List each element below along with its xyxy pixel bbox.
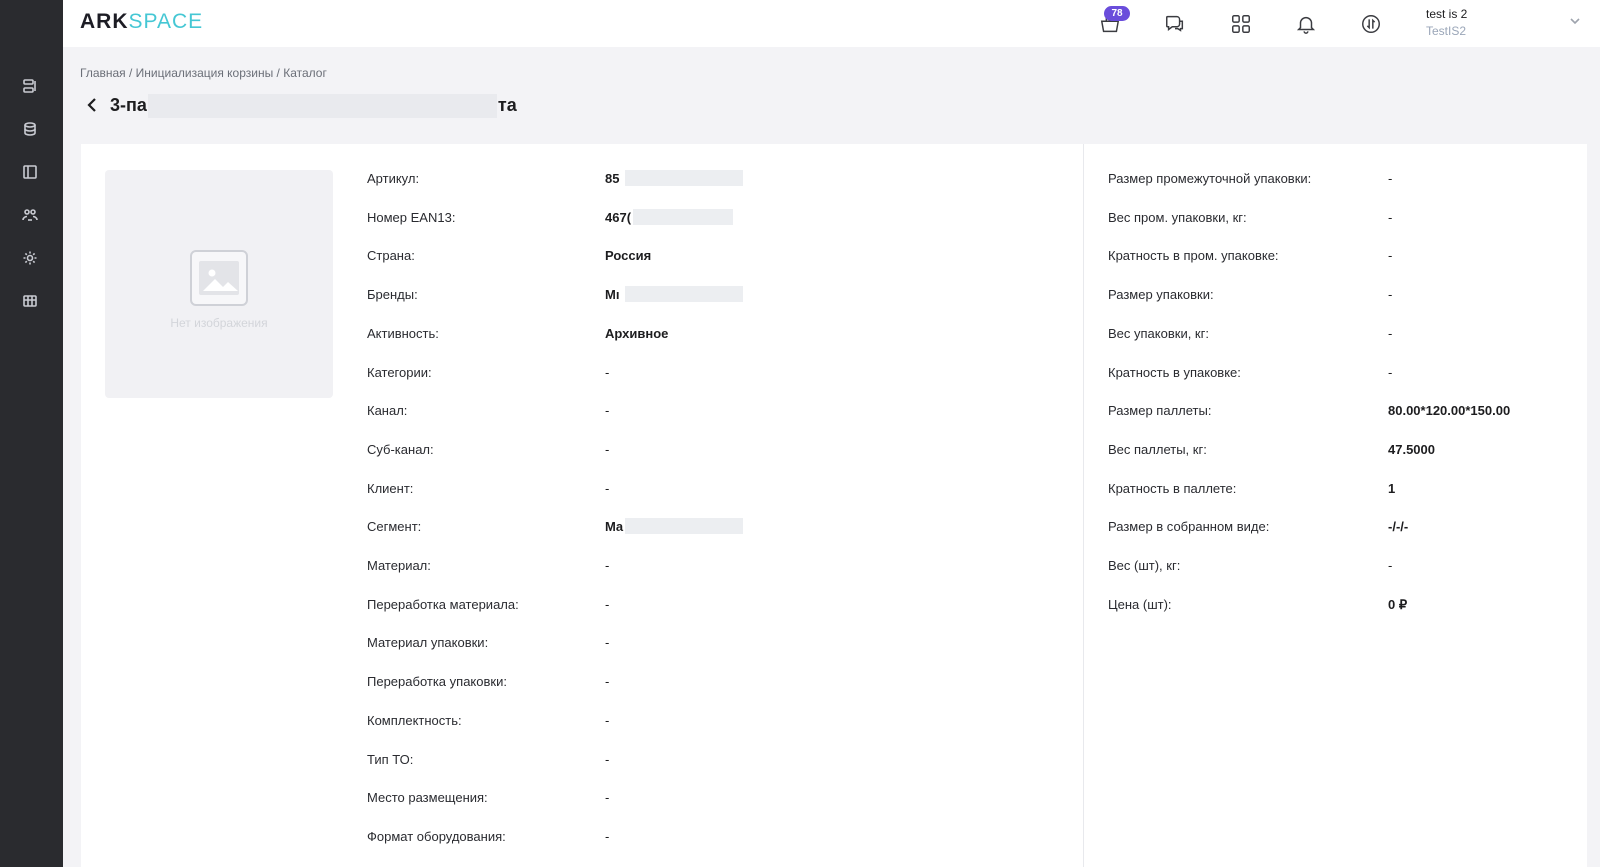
field-value: -/-/- <box>1388 519 1409 534</box>
field-label: Вес паллеты, кг: <box>1108 442 1207 457</box>
chat-icon[interactable] <box>1162 11 1188 37</box>
field-label: Тип ТО: <box>367 752 414 767</box>
logo-part-space: SPACE <box>128 10 204 33</box>
field-label: Переработка материала: <box>367 597 519 612</box>
logo[interactable]: ARKSPACE <box>80 10 203 34</box>
field-label: Цена (шт): <box>1108 597 1172 612</box>
field-value: - <box>605 481 610 496</box>
field-value: - <box>605 713 610 728</box>
field-value: - <box>1388 287 1393 302</box>
field-label: Вес пром. упаковки, кг: <box>1108 210 1247 225</box>
field-label: Номер EAN13: <box>367 210 456 225</box>
page-title: 3-па та <box>110 94 517 118</box>
breadcrumb[interactable]: Главная / Инициализация корзины / Катало… <box>80 66 327 80</box>
field-value: - <box>605 365 610 380</box>
field-label: Категории: <box>367 365 432 380</box>
field-value: - <box>605 403 610 418</box>
field-value: - <box>1388 326 1393 341</box>
field-value: - <box>605 442 610 457</box>
image-icon <box>190 250 248 306</box>
column-divider <box>1083 144 1084 867</box>
sidebar <box>0 0 63 867</box>
page-title-end: та <box>497 94 517 115</box>
field-value: Ma <box>605 519 624 534</box>
exchange-icon[interactable] <box>1358 11 1384 37</box>
field-label: Канал: <box>367 403 408 418</box>
field-label: Вес упаковки, кг: <box>1108 326 1209 341</box>
field-label: Бренды: <box>367 287 418 302</box>
sidebar-item-list-icon[interactable] <box>20 76 40 96</box>
redacted-value-block <box>625 170 743 186</box>
field-label: Кратность в упаковке: <box>1108 365 1241 380</box>
field-value: 467( <box>605 210 632 225</box>
field-label: Формат оборудования: <box>367 829 506 844</box>
sidebar-item-database-icon[interactable] <box>20 119 40 139</box>
sidebar-item-users-icon[interactable] <box>20 205 40 225</box>
field-value: - <box>1388 210 1393 225</box>
field-value: 85 <box>605 171 620 186</box>
field-label: Размер промежуточной упаковки: <box>1108 171 1312 186</box>
field-label: Кратность в паллете: <box>1108 481 1237 496</box>
sidebar-item-table-icon[interactable] <box>20 291 40 311</box>
field-value: - <box>1388 365 1393 380</box>
field-value: - <box>605 558 610 573</box>
field-label: Материал упаковки: <box>367 635 489 650</box>
back-arrow-icon[interactable] <box>84 96 102 114</box>
field-value: Россия <box>605 248 652 263</box>
field-value: Архивное <box>605 326 669 341</box>
field-label: Клиент: <box>367 481 414 496</box>
field-label: Переработка упаковки: <box>367 674 507 689</box>
field-label: Активность: <box>367 326 439 341</box>
field-value: - <box>605 752 610 767</box>
field-label: Сегмент: <box>367 519 422 534</box>
field-value: 0 ₽ <box>1388 597 1408 612</box>
apps-grid-icon[interactable] <box>1228 11 1254 37</box>
field-value: - <box>605 674 610 689</box>
chevron-down-icon[interactable] <box>1568 14 1582 28</box>
field-label: Материал: <box>367 558 431 573</box>
field-value: Mı <box>605 287 620 302</box>
field-label: Размер паллеты: <box>1108 403 1212 418</box>
no-image-text: Нет изображения <box>170 316 268 330</box>
field-label: Размер в собранном виде: <box>1108 519 1270 534</box>
redacted-value-block <box>625 286 743 302</box>
field-label: Место размещения: <box>367 790 488 805</box>
field-value: - <box>1388 558 1393 573</box>
product-image-placeholder: Нет изображения <box>105 170 333 398</box>
field-value: - <box>1388 248 1393 263</box>
redacted-value-block <box>633 209 733 225</box>
field-label: Артикул: <box>367 171 420 186</box>
bell-icon[interactable] <box>1293 11 1319 37</box>
field-label: Кратность в пром. упаковке: <box>1108 248 1279 263</box>
logo-part-ark: ARK <box>80 10 129 33</box>
field-value: - <box>605 829 610 844</box>
cart-badge: 78 <box>1104 6 1130 21</box>
field-value: 47.5000 <box>1388 442 1435 457</box>
redacted-value-block <box>625 518 743 534</box>
field-label: Комплектность: <box>367 713 462 728</box>
field-value: - <box>605 790 610 805</box>
field-label: Страна: <box>367 248 415 263</box>
user-name[interactable]: test is 2 <box>1426 7 1467 21</box>
field-value: - <box>605 597 610 612</box>
field-value: - <box>605 635 610 650</box>
field-value: 80.00*120.00*150.00 <box>1388 403 1511 418</box>
redacted-block <box>147 94 497 118</box>
sidebar-item-layout-icon[interactable] <box>20 162 40 182</box>
field-value: 1 <box>1388 481 1396 496</box>
page-title-start: 3-па <box>110 94 147 115</box>
field-value: - <box>1388 171 1393 186</box>
field-label: Размер упаковки: <box>1108 287 1214 302</box>
field-label: Суб-канал: <box>367 442 434 457</box>
user-organization: TestIS2 <box>1426 24 1467 38</box>
sidebar-item-settings-icon[interactable] <box>20 248 40 268</box>
field-label: Вес (шт), кг: <box>1108 558 1181 573</box>
